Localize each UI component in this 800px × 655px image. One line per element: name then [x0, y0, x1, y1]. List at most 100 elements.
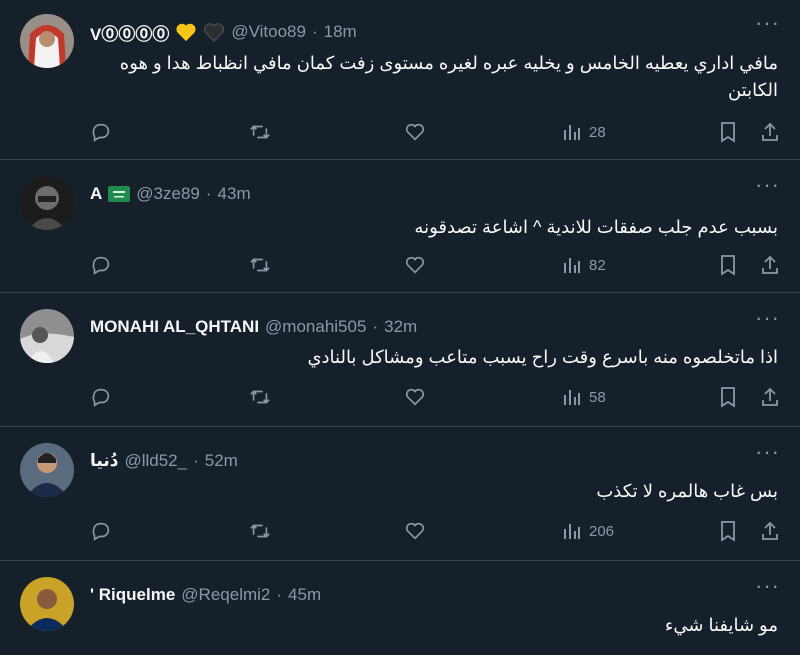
retweet-button[interactable] [248, 121, 272, 143]
tweet-text: بس غاب هالمره لا تكذب [596, 481, 778, 501]
like-button[interactable] [404, 121, 426, 143]
views-count: 28 [589, 123, 606, 141]
handle[interactable]: @Reqelmi2 [181, 585, 270, 605]
like-icon [405, 522, 425, 540]
share-icon [762, 122, 778, 141]
more-icon[interactable]: ··· [755, 573, 780, 599]
handle[interactable]: @Vitoo89 [231, 22, 306, 42]
yellow-heart-icon [175, 22, 197, 42]
reply-icon [92, 388, 110, 407]
more-icon[interactable]: ··· [755, 10, 780, 36]
reply-icon [92, 256, 110, 275]
reply-button[interactable] [90, 386, 112, 408]
reply-button[interactable] [90, 520, 112, 542]
tweet-header: V⓪⓪⓪⓪ @Vitoo89 · 18m [90, 20, 780, 44]
share-button[interactable] [760, 121, 780, 143]
tweet-actions: 206 [90, 519, 782, 543]
more-icon[interactable]: ··· [755, 439, 780, 465]
share-icon [762, 255, 778, 274]
views-button[interactable]: 28 [562, 122, 606, 142]
tweet-text: اذا ماتخلصوه منه باسرع وقت راح يسبب متاع… [307, 347, 778, 367]
avatar[interactable] [20, 577, 74, 631]
tweet[interactable]: MONAHI AL_QHTANI @monahi505 · 32m ··· اذ… [0, 293, 800, 427]
display-name[interactable]: MONAHI AL_QHTANI [90, 317, 259, 337]
tweet-actions: 82 [90, 253, 782, 277]
bookmark-button[interactable] [718, 520, 738, 542]
separator-dot: · [311, 22, 318, 41]
bookmark-icon [721, 122, 735, 143]
timestamp[interactable]: 43m [218, 184, 251, 204]
bookmark-icon [721, 255, 735, 276]
saudi-flag-icon [108, 186, 131, 202]
views-count: 58 [589, 388, 606, 406]
tweet-text: مافي اداري يعطيه الخامس و يخليه عبره لغي… [119, 53, 778, 100]
retweet-icon [250, 258, 270, 272]
like-button[interactable] [404, 520, 426, 542]
bookmark-button[interactable] [718, 121, 738, 143]
like-button[interactable] [404, 386, 426, 408]
tweet-text: بسبب عدم جلب صفقات للاندية ^ اشاعة تصدقو… [414, 217, 778, 237]
share-button[interactable] [760, 386, 780, 408]
display-name[interactable]: V⓪⓪⓪⓪ [90, 20, 169, 45]
tweet-header: ' Riquelme @Reqelmi2 · 45m [90, 583, 780, 607]
tweet-header: MONAHI AL_QHTANI @monahi505 · 32m [90, 315, 780, 339]
share-icon [762, 387, 778, 406]
bookmark-button[interactable] [718, 386, 738, 408]
tweet[interactable]: A @3ze89 · 43m ··· بسبب عدم جلب صفقات لل… [0, 160, 800, 293]
views-count: 206 [589, 522, 615, 540]
avatar[interactable] [20, 14, 74, 68]
tweet-header: دُنيا @lld52_ · 52m [90, 449, 780, 473]
views-button[interactable]: 58 [562, 387, 606, 407]
handle[interactable]: @lld52_ [124, 451, 187, 471]
retweet-icon [250, 524, 270, 538]
bookmark-icon [721, 521, 735, 542]
tweet[interactable]: دُنيا @lld52_ · 52m ··· بس غاب هالمره لا… [0, 427, 800, 561]
views-count: 82 [589, 256, 606, 274]
tweet[interactable]: V⓪⓪⓪⓪ @Vitoo89 · 18m ··· مافي اداري يعطي… [0, 0, 800, 160]
tweet-header: A @3ze89 · 43m [90, 182, 780, 206]
share-button[interactable] [760, 254, 780, 276]
black-heart-icon [203, 22, 225, 42]
display-name[interactable]: A [90, 184, 102, 204]
handle[interactable]: @3ze89 [136, 184, 200, 204]
timestamp[interactable]: 45m [288, 585, 321, 605]
like-button[interactable] [404, 254, 426, 276]
timestamp[interactable]: 32m [384, 317, 417, 337]
reply-button[interactable] [90, 121, 112, 143]
retweet-icon [250, 390, 270, 404]
retweet-button[interactable] [248, 520, 272, 542]
views-button[interactable]: 82 [562, 255, 606, 275]
timestamp[interactable]: 18m [324, 22, 357, 42]
share-button[interactable] [760, 520, 780, 542]
separator-dot: · [372, 317, 379, 336]
reply-icon [92, 522, 110, 541]
views-icon [564, 258, 580, 273]
separator-dot: · [205, 184, 212, 203]
views-icon [564, 524, 580, 539]
display-name[interactable]: ' Riquelme [90, 585, 175, 605]
separator-dot: · [193, 451, 199, 470]
share-icon [762, 521, 778, 540]
views-icon [564, 390, 580, 405]
retweet-icon [250, 125, 270, 139]
reply-icon [92, 123, 110, 142]
views-button[interactable]: 206 [562, 521, 614, 541]
bookmark-icon [721, 387, 735, 408]
bookmark-button[interactable] [718, 254, 738, 276]
tweet[interactable]: ' Riquelme @Reqelmi2 · 45m ··· مو شايفنا… [0, 561, 800, 655]
more-icon[interactable]: ··· [755, 172, 780, 198]
tweet-text: مو شايفنا شيء [664, 615, 778, 635]
like-icon [405, 388, 425, 406]
avatar[interactable] [20, 176, 74, 230]
timestamp[interactable]: 52m [205, 451, 238, 471]
avatar[interactable] [20, 309, 74, 363]
retweet-button[interactable] [248, 254, 272, 276]
display-name[interactable]: دُنيا [90, 451, 118, 471]
retweet-button[interactable] [248, 386, 272, 408]
reply-button[interactable] [90, 254, 112, 276]
more-icon[interactable]: ··· [755, 305, 780, 331]
views-icon [564, 125, 580, 140]
avatar[interactable] [20, 443, 74, 497]
like-icon [405, 256, 425, 274]
handle[interactable]: @monahi505 [265, 317, 366, 337]
